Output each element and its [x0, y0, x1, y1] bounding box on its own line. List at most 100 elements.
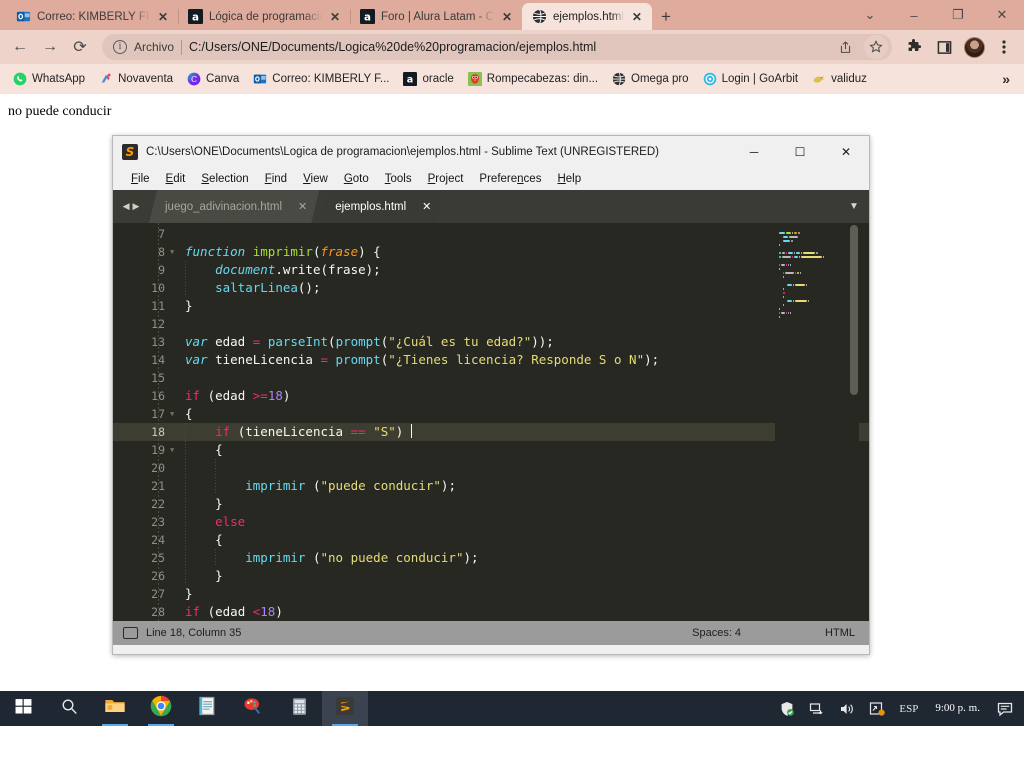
browser-tab-1[interactable]: Correo: KIMBERLY FR - ✕ — [6, 3, 178, 30]
indentation-label[interactable]: Spaces: 4 — [692, 627, 741, 639]
code-line[interactable]: saltarLinea(); — [169, 279, 869, 297]
menu-goto[interactable]: Goto — [336, 171, 377, 187]
status-console-icon[interactable] — [123, 627, 138, 639]
code-line[interactable] — [169, 459, 869, 477]
menu-view[interactable]: View — [295, 171, 336, 187]
code-line[interactable]: document.write(frase); — [169, 261, 869, 279]
profile-avatar[interactable] — [960, 33, 988, 61]
url-text[interactable]: C:/Users/ONE/Documents/Logica%20de%20pro… — [189, 40, 826, 54]
code-line[interactable]: { — [169, 441, 869, 459]
editor-tab-close-icon[interactable]: ✕ — [298, 200, 307, 213]
code-line[interactable]: imprimir ("puede conducir"); — [169, 477, 869, 495]
code-line[interactable]: } — [169, 297, 869, 315]
star-icon[interactable] — [864, 35, 888, 59]
sublime-title-bar[interactable]: S C:\Users\ONE\Documents\Logica de progr… — [113, 136, 869, 168]
menu-file[interactable]: File — [123, 171, 158, 187]
browser-tab-3[interactable]: a Foro | Alura Latam - Cu ✕ — [350, 3, 522, 30]
code-line[interactable]: var tieneLicencia = prompt("¿Tienes lice… — [169, 351, 869, 369]
sublime-tab-nav[interactable]: ◀ ▶ — [113, 190, 149, 223]
minimap[interactable] — [775, 223, 859, 621]
clock[interactable]: 9:00 p. m. — [925, 702, 990, 715]
sidepanel-icon[interactable] — [930, 33, 958, 61]
reload-button[interactable]: ⟳ — [66, 33, 94, 61]
editor-tab-2[interactable]: ejemplos.html ✕ — [319, 190, 443, 223]
file-explorer[interactable] — [92, 691, 138, 726]
address-bar[interactable]: i Archivo C:/Users/ONE/Documents/Logica%… — [102, 34, 892, 60]
code-line[interactable]: imprimir ("no puede conducir"); — [169, 549, 869, 567]
bookmarks-overflow-button[interactable]: » — [994, 71, 1018, 87]
menu-tools[interactable]: Tools — [377, 171, 420, 187]
tab-search-button[interactable]: ⌄ — [848, 0, 892, 30]
code-line[interactable]: if (tieneLicencia == "S") — [169, 423, 869, 441]
bookmark-item-3[interactable]: C Canva — [180, 70, 246, 88]
bookmark-item-7[interactable]: Omega pro — [605, 70, 696, 88]
bookmark-item-6[interactable]: Rompecabezas: din... — [461, 70, 605, 88]
bookmark-item-2[interactable]: Novaventa — [92, 70, 180, 88]
code-line[interactable]: else — [169, 513, 869, 531]
code-line[interactable] — [169, 369, 869, 387]
code-line[interactable] — [169, 315, 869, 333]
code-area[interactable]: function imprimir(frase) { document.writ… — [169, 223, 869, 621]
tab-close-icon[interactable]: ✕ — [500, 11, 514, 23]
page-info-icon[interactable]: i — [113, 40, 127, 54]
menu-selection[interactable]: Selection — [193, 171, 256, 187]
bookmark-item-5[interactable]: a oracle — [396, 70, 460, 88]
defender-shield-icon[interactable] — [772, 691, 802, 726]
browser-tab-2[interactable]: a Lógica de programació ✕ — [178, 3, 350, 30]
minimize-button[interactable]: – — [892, 0, 936, 30]
new-tab-button[interactable]: + — [652, 3, 680, 30]
forward-button[interactable]: → — [36, 33, 64, 61]
editor-tab-close-icon[interactable]: ✕ — [422, 200, 431, 213]
menu-edit[interactable]: Edit — [158, 171, 194, 187]
bookmark-item-8[interactable]: Login | GoArbit — [696, 70, 806, 88]
code-line[interactable]: if (edad <18) — [169, 603, 869, 621]
chevron-down-icon[interactable]: ▼ — [839, 190, 869, 223]
sublime-text[interactable] — [322, 691, 368, 726]
maximize-button[interactable]: ❐ — [936, 0, 980, 30]
sublime-maximize-button[interactable]: ☐ — [777, 136, 823, 168]
code-line[interactable]: } — [169, 567, 869, 585]
sublime-minimize-button[interactable]: ─ — [731, 136, 777, 168]
sublime-editor[interactable]: 78▼91011121314151617▼1819▼20212223242526… — [113, 223, 869, 621]
tab-close-icon[interactable]: ✕ — [328, 11, 342, 23]
browser-tab-4[interactable]: ejemplos.html ✕ — [522, 3, 652, 30]
code-line[interactable]: var edad = parseInt(prompt("¿Cuál es tu … — [169, 333, 869, 351]
code-line[interactable]: function imprimir(frase) { — [169, 243, 869, 261]
bookmark-item-4[interactable]: Correo: KIMBERLY F... — [246, 70, 396, 88]
onedrive-sync-icon[interactable] — [862, 691, 892, 726]
code-line[interactable]: } — [169, 585, 869, 603]
bookmark-item-1[interactable]: WhatsApp — [6, 70, 92, 88]
tab-next-icon[interactable]: ▶ — [133, 201, 140, 212]
google-chrome[interactable] — [138, 691, 184, 726]
action-center-icon[interactable] — [990, 691, 1020, 726]
notepad[interactable] — [184, 691, 230, 726]
bookmark-item-9[interactable]: validuz — [805, 70, 874, 88]
volume-icon[interactable] — [832, 691, 862, 726]
search-button[interactable] — [46, 691, 92, 726]
chrome-menu-icon[interactable] — [990, 33, 1018, 61]
paint[interactable] — [230, 691, 276, 726]
code-line[interactable]: } — [169, 495, 869, 513]
network-icon[interactable] — [802, 691, 832, 726]
menu-help[interactable]: Help — [549, 171, 589, 187]
close-button[interactable]: ✕ — [980, 0, 1024, 30]
code-line[interactable] — [169, 225, 869, 243]
syntax-label[interactable]: HTML — [825, 627, 855, 639]
sublime-close-button[interactable]: ✕ — [823, 136, 869, 168]
code-line[interactable]: if (edad >=18) — [169, 387, 869, 405]
menu-preferences[interactable]: Preferences — [471, 171, 549, 187]
tab-prev-icon[interactable]: ◀ — [123, 201, 130, 212]
start-button[interactable] — [0, 691, 46, 726]
back-button[interactable]: ← — [6, 33, 34, 61]
calculator[interactable] — [276, 691, 322, 726]
tab-close-icon[interactable]: ✕ — [156, 11, 170, 23]
menu-find[interactable]: Find — [257, 171, 295, 187]
share-icon[interactable] — [833, 35, 857, 59]
language-indicator[interactable]: ESP — [892, 691, 925, 726]
menu-project[interactable]: Project — [420, 171, 472, 187]
code-line[interactable]: { — [169, 405, 869, 423]
tab-close-icon[interactable]: ✕ — [630, 11, 644, 23]
editor-scrollbar[interactable] — [850, 225, 858, 395]
extensions-puzzle-icon[interactable] — [900, 33, 928, 61]
editor-tab-1[interactable]: juego_adivinacion.html ✕ — [149, 190, 319, 223]
